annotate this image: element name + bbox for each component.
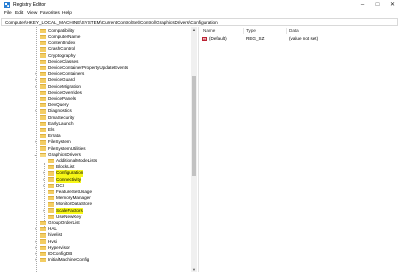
folder-icon	[40, 59, 46, 65]
string-value-icon: ab	[202, 36, 207, 41]
value-data[interactable]: (value not set)	[289, 36, 318, 41]
folder-icon	[40, 220, 46, 226]
menu-help[interactable]: Help	[62, 11, 72, 16]
folder-icon	[40, 90, 46, 96]
value-name[interactable]: (Default)	[209, 36, 227, 41]
folder-icon	[48, 202, 54, 207]
folder-icon	[40, 78, 46, 83]
folder-icon	[40, 127, 46, 133]
folder-icon	[40, 258, 46, 263]
folder-icon	[40, 121, 46, 127]
minimize-button[interactable]: –	[355, 0, 370, 10]
folder-icon	[48, 208, 54, 213]
folder-icon	[40, 140, 46, 145]
folder-icon	[48, 189, 54, 195]
key-tree: Compatibility ComputerName ContentIndex Cra…	[0, 27, 198, 272]
registry-editor-window: Registry Editor – □ ✕ File Edit View Fav…	[0, 0, 400, 272]
menu-file[interactable]: File	[4, 11, 12, 16]
folder-icon	[40, 251, 46, 257]
address-bar[interactable]: Computer\HKEY_LOCAL_MACHINE\SYSTEM\Curre…	[1, 18, 398, 26]
folder-icon	[40, 34, 46, 40]
menu-edit[interactable]: Edit	[15, 11, 23, 16]
chevron-right-icon[interactable]: ›	[33, 257, 38, 263]
menu-view[interactable]: View	[27, 11, 37, 16]
column-header-data[interactable]: Data	[289, 28, 299, 33]
folder-icon	[40, 146, 46, 151]
folder-icon	[40, 41, 46, 46]
folder-icon	[40, 239, 46, 244]
tree-item[interactable]: › InitialMachineConfig	[0, 257, 190, 263]
address-path[interactable]: Computer\HKEY_LOCAL_MACHINE\SYSTEM\Curre…	[5, 20, 218, 25]
folder-icon	[48, 214, 54, 220]
scroll-up-icon[interactable]: ▲	[191, 27, 197, 32]
close-button[interactable]: ✕	[385, 0, 400, 10]
folder-icon	[48, 171, 54, 176]
title-bar: Registry Editor – □ ✕	[0, 0, 400, 10]
registry-icon	[4, 2, 10, 8]
folder-icon	[40, 245, 46, 251]
value-type[interactable]: REG_SZ	[246, 36, 264, 41]
values-pane: Name Type Data ab (Default) REG_SZ (valu…	[199, 27, 400, 272]
window-title: Registry Editor	[13, 2, 46, 8]
folder-icon	[40, 115, 46, 120]
folder-icon	[48, 158, 54, 164]
menu-bar: File Edit View Favorites Help	[0, 10, 400, 18]
folder-icon	[40, 47, 46, 52]
scroll-thumb[interactable]	[192, 76, 196, 176]
folder-icon	[40, 65, 46, 71]
folder-icon	[48, 183, 54, 189]
column-header-type[interactable]: Type	[246, 28, 256, 33]
menu-favorites[interactable]: Favorites	[40, 11, 60, 16]
folder-icon	[40, 227, 46, 232]
column-header-name[interactable]: Name	[203, 28, 215, 33]
maximize-button[interactable]: □	[370, 0, 385, 10]
column-divider[interactable]	[243, 28, 244, 34]
folder-icon	[40, 72, 46, 77]
folder-icon	[40, 109, 46, 114]
folder-icon	[40, 134, 46, 139]
folder-icon	[40, 103, 46, 108]
folder-icon	[40, 96, 46, 102]
folder-icon	[40, 233, 46, 238]
folder-icon	[40, 152, 46, 158]
folder-icon	[48, 165, 54, 170]
folder-icon	[40, 84, 46, 89]
tree-item-label: InitialMachineConfig	[48, 257, 90, 263]
folder-icon	[40, 53, 46, 58]
tree-scrollbar[interactable]: ▲ ▼	[191, 27, 197, 272]
folder-icon	[48, 196, 54, 201]
folder-icon	[40, 28, 46, 34]
scroll-down-icon[interactable]: ▼	[191, 267, 197, 272]
column-divider[interactable]	[286, 28, 287, 34]
folder-icon	[48, 177, 54, 182]
